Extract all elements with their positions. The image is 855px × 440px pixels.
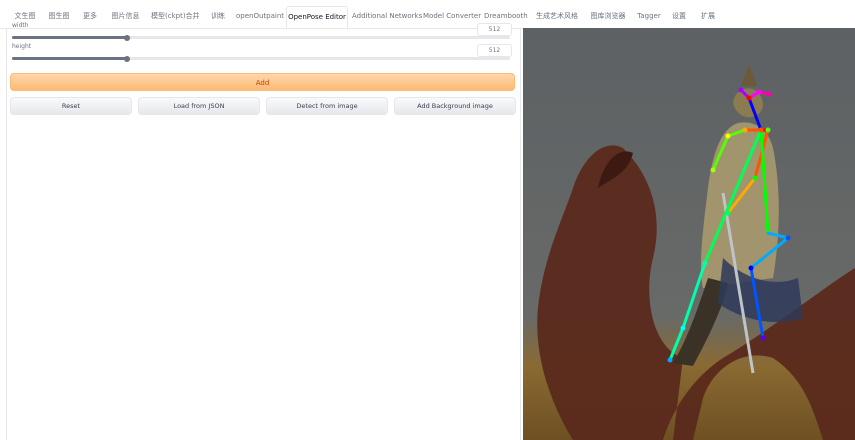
tab-settings[interactable]: 设置 (668, 6, 690, 28)
width-slider-thumb[interactable] (123, 34, 130, 41)
pose-joint-right-hip[interactable] (702, 260, 708, 266)
height-label: height (12, 43, 32, 50)
pose-joint-neck[interactable] (758, 127, 764, 133)
tab-image-browser[interactable]: 图库浏览器 (588, 6, 628, 28)
pose-joint-right-elbow[interactable] (725, 133, 731, 139)
background-image (523, 28, 855, 440)
height-number-input[interactable]: 512 (477, 44, 512, 57)
width-slider-fill (12, 36, 127, 39)
tab-extras[interactable]: 更多 (79, 6, 101, 28)
add-button[interactable]: Add (10, 73, 515, 91)
tab-bar: 文生图 图生图 更多 图片信息 模型(ckpt)合并 训练 openOutpai… (0, 0, 855, 29)
tab-train[interactable]: 训练 (206, 6, 230, 28)
add-background-button[interactable]: Add Background image (394, 97, 516, 115)
tab-openoutpaint[interactable]: openOutpaint (236, 6, 284, 28)
tab-tagger[interactable]: Tagger (636, 6, 662, 28)
tab-additional-networks[interactable]: Additional Networks (352, 6, 422, 28)
tab-style-generator[interactable]: 生成艺术风格 (533, 6, 581, 28)
tab-image-info[interactable]: 图片信息 (108, 6, 143, 28)
pose-joint-right-knee[interactable] (680, 325, 686, 331)
pose-joint-right-shoulder[interactable] (742, 127, 748, 133)
tab-img2img[interactable]: 图生图 (44, 6, 74, 28)
height-slider-thumb[interactable] (123, 55, 130, 62)
tab-extensions[interactable]: 扩展 (697, 6, 719, 28)
tab-openpose-editor[interactable]: OpenPose Editor (286, 6, 348, 28)
pose-joint-left-shoulder[interactable] (765, 127, 771, 133)
pose-joint-right-eye[interactable] (738, 87, 744, 93)
pose-joint-left-elbow[interactable] (752, 175, 758, 181)
pose-joint-left-wrist[interactable] (725, 210, 731, 216)
pose-joint-nose[interactable] (746, 95, 752, 101)
reset-button[interactable]: Reset (10, 97, 132, 115)
pose-joint-left-ankle[interactable] (760, 335, 766, 341)
height-slider-fill (12, 57, 127, 60)
pose-joint-left-ear[interactable] (766, 91, 772, 97)
pose-joint-left-eye[interactable] (756, 89, 762, 95)
width-slider-track[interactable] (12, 36, 510, 39)
tab-checkpoint-merge[interactable]: 模型(ckpt)合并 (151, 6, 200, 28)
pose-joint-right-ankle[interactable] (667, 357, 673, 363)
pose-joint-right-wrist[interactable] (710, 167, 716, 173)
detect-from-image-button[interactable]: Detect from image (266, 97, 388, 115)
width-number-input[interactable]: 512 (477, 23, 512, 36)
height-slider-track[interactable] (12, 57, 510, 60)
load-json-button[interactable]: Load from JSON (138, 97, 260, 115)
pose-joint-left-hip[interactable] (785, 235, 791, 241)
width-label: width (12, 22, 29, 29)
pose-canvas[interactable] (523, 28, 855, 440)
tab-model-converter[interactable]: Model Converter (423, 6, 481, 28)
pose-joint-left-knee[interactable] (748, 265, 754, 271)
